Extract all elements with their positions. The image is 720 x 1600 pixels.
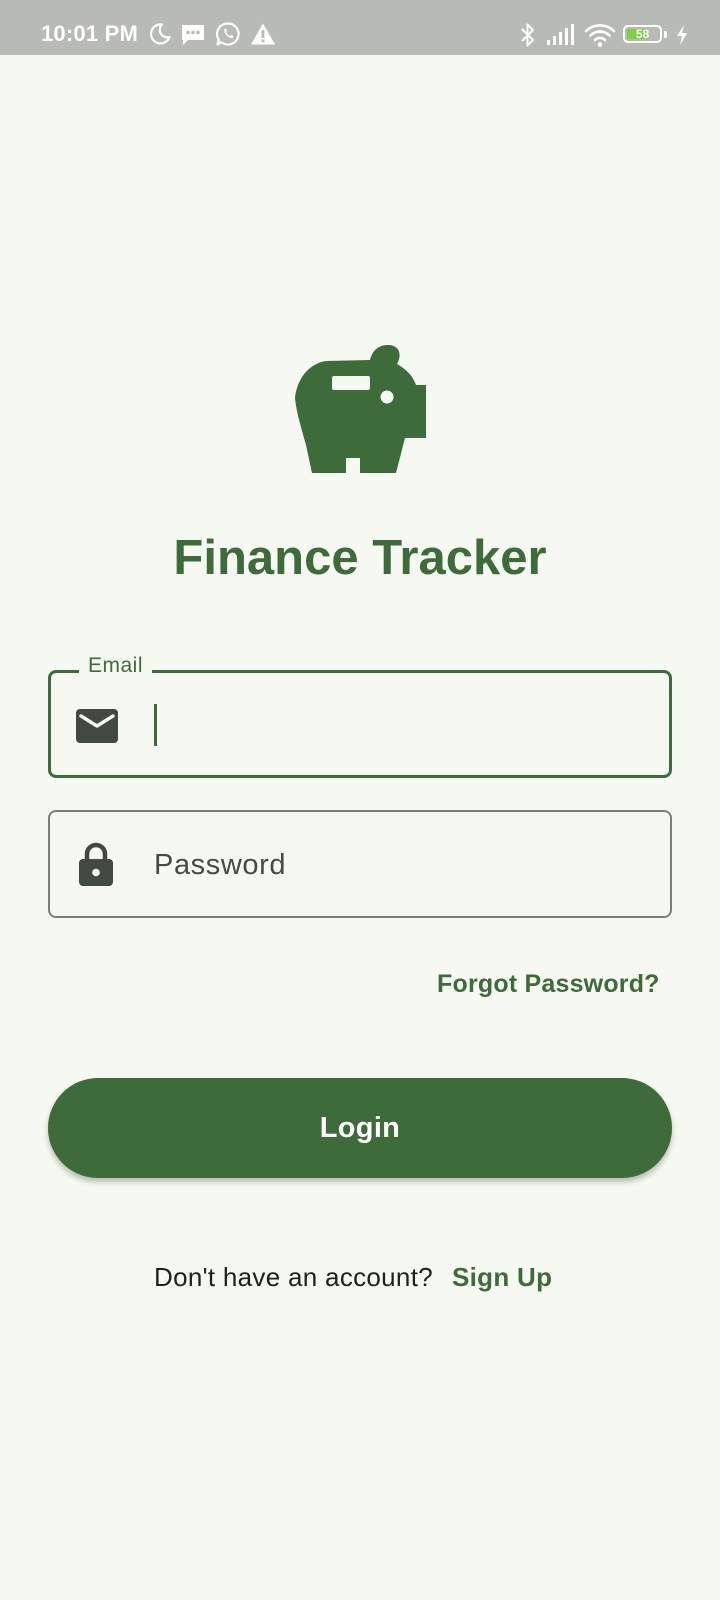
whatsapp-icon	[215, 22, 240, 46]
text-cursor	[154, 704, 157, 746]
charging-icon	[677, 25, 687, 45]
email-field[interactable]: Email	[48, 651, 672, 778]
lock-icon	[79, 842, 113, 886]
battery-cap	[664, 31, 667, 38]
login-button[interactable]: Login	[48, 1078, 672, 1178]
bluetooth-icon	[521, 23, 534, 47]
password-field[interactable]: Password	[48, 810, 672, 918]
moon-icon	[150, 23, 171, 45]
battery-level: 58	[635, 27, 650, 41]
signal-icon	[547, 24, 574, 45]
warning-icon	[251, 23, 275, 45]
password-placeholder: Password	[154, 849, 287, 881]
signup-link[interactable]: Sign Up	[452, 1260, 552, 1294]
app-title: Finance Tracker	[173, 531, 547, 585]
status-time: 10:01 PM	[41, 21, 138, 46]
mail-icon	[76, 709, 118, 743]
battery-icon: 58	[623, 25, 662, 43]
wifi-icon	[584, 24, 616, 47]
email-label: Email	[79, 651, 153, 681]
forgot-password-link[interactable]: Forgot Password?	[437, 968, 660, 1000]
piggy-bank-icon	[295, 345, 426, 473]
message-icon	[182, 25, 204, 45]
signup-prompt: Don't have an account?	[154, 1262, 433, 1292]
status-bar: 10:01 PM 58	[0, 0, 720, 55]
